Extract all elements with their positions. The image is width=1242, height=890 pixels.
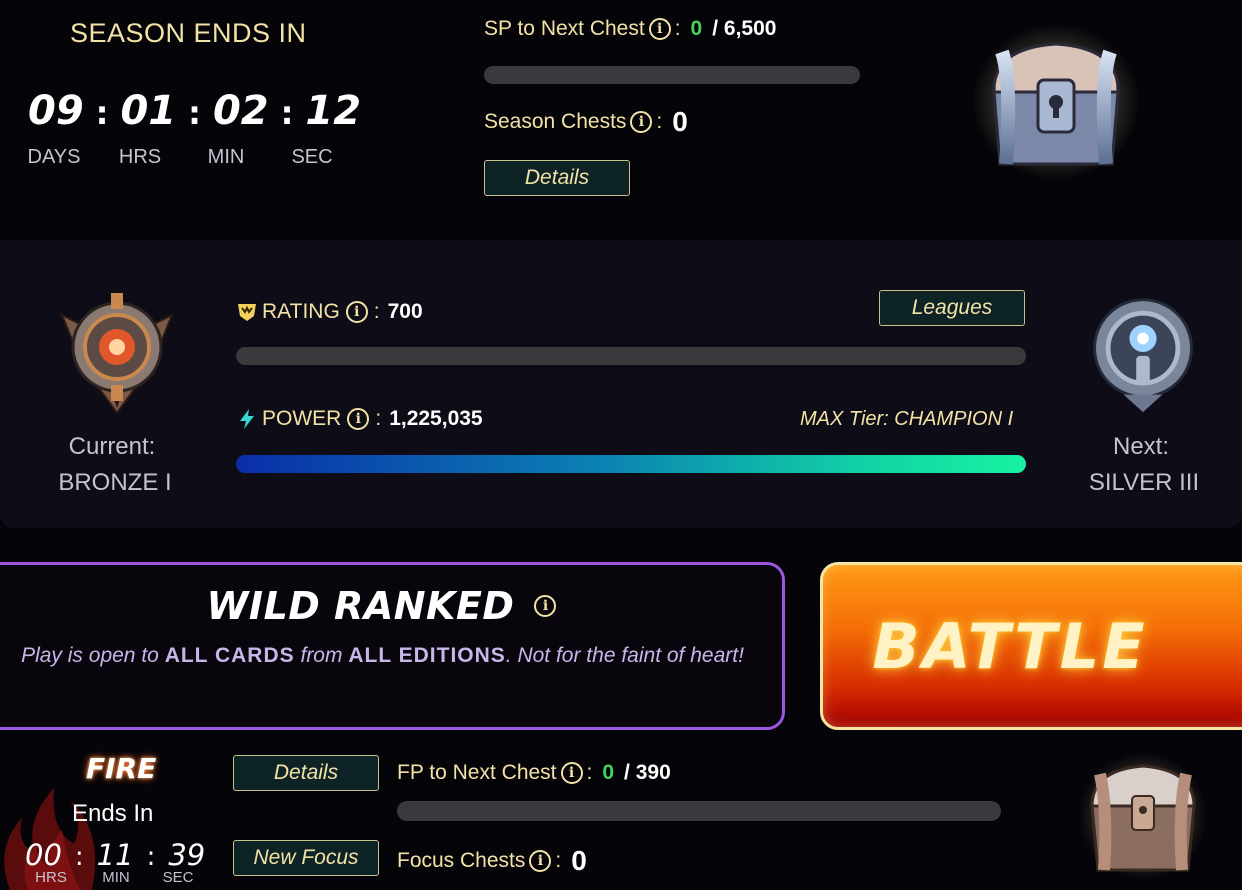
focus-element-title: FIRE bbox=[86, 752, 157, 785]
fp-current-value: 0 bbox=[602, 761, 615, 784]
fp-target-value: / 390 bbox=[624, 761, 671, 784]
rating-label: RATING bbox=[262, 300, 340, 323]
season-min-label: MIN bbox=[207, 146, 245, 168]
sp-current-value: 0 bbox=[690, 17, 703, 40]
info-icon[interactable]: i bbox=[529, 850, 552, 872]
lightning-icon bbox=[240, 409, 254, 429]
focus-hrs-value: 00 bbox=[25, 838, 62, 872]
power-row: POWER i : 1,225,035 bbox=[236, 407, 483, 431]
battle-button[interactable]: BATTLE bbox=[820, 562, 1242, 730]
power-label: POWER bbox=[262, 407, 342, 430]
sp-label: SP to Next Chest bbox=[484, 17, 645, 40]
season-ends-title: SEASON ENDS IN bbox=[70, 18, 307, 48]
timer-separator: : bbox=[188, 94, 201, 132]
rating-value: 700 bbox=[387, 300, 423, 323]
new-focus-button[interactable]: New Focus bbox=[233, 840, 379, 876]
fp-to-next-chest: FP to Next Chest i : 0 / 390 bbox=[397, 761, 671, 784]
mode-title: WILD RANKED bbox=[206, 584, 515, 628]
mode-desc-text: from bbox=[300, 644, 343, 667]
current-rank: BRONZE I bbox=[58, 469, 172, 496]
sp-target-value: / 6,500 bbox=[712, 17, 777, 40]
timer-separator: : bbox=[74, 842, 84, 872]
season-min-value: 02 bbox=[212, 88, 269, 134]
timer-separator: : bbox=[280, 94, 294, 132]
mode-title-row: WILD RANKED i bbox=[0, 584, 765, 628]
mode-desc-text: Play is open to bbox=[21, 644, 159, 667]
season-days-label: DAYS bbox=[27, 146, 81, 168]
focus-chests: Focus Chests i : 0 bbox=[397, 845, 587, 876]
focus-chests-count: 0 bbox=[571, 845, 587, 876]
sp-to-next-chest: SP to Next Chest i : 0 / 6,500 bbox=[484, 17, 777, 40]
season-days-value: 09 bbox=[28, 88, 84, 134]
season-hrs-value: 01 bbox=[120, 88, 177, 134]
focus-min-label: MIN bbox=[102, 869, 130, 886]
fp-label: FP to Next Chest bbox=[397, 761, 557, 784]
rating-shield-icon bbox=[238, 304, 256, 321]
timer-separator: : bbox=[95, 94, 109, 132]
max-tier-label: MAX Tier: CHAMPION I bbox=[800, 408, 1014, 430]
season-sec-label: SEC bbox=[291, 146, 333, 168]
info-icon[interactable]: i bbox=[630, 111, 653, 133]
timer-separator: : bbox=[146, 842, 156, 872]
next-rank: SILVER III bbox=[1088, 469, 1200, 496]
current-label: Current: bbox=[68, 433, 156, 460]
sp-progress-bar bbox=[484, 66, 860, 84]
focus-details-button[interactable]: Details bbox=[233, 755, 379, 791]
next-label: Next: bbox=[1112, 433, 1169, 460]
focus-ends-label: Ends In bbox=[72, 800, 154, 827]
bronze-league-badge-icon bbox=[60, 293, 174, 415]
info-icon[interactable]: i bbox=[347, 408, 370, 430]
battle-label: BATTLE bbox=[872, 609, 1148, 683]
focus-min-value: 11 bbox=[96, 838, 134, 872]
season-countdown: 09 : 01 : 02 : 12 bbox=[28, 88, 361, 134]
fp-progress-bar bbox=[397, 801, 1001, 821]
focus-countdown: 00 : 11 : 39 bbox=[25, 838, 205, 872]
season-details-button[interactable]: Details bbox=[484, 160, 630, 196]
rating-row: RATING i : 700 bbox=[236, 300, 423, 324]
season-chest-icon[interactable] bbox=[972, 22, 1140, 182]
focus-chest-icon[interactable] bbox=[1078, 750, 1208, 882]
focus-hrs-label: HRS bbox=[35, 869, 67, 886]
focus-sec-value: 39 bbox=[168, 838, 206, 872]
season-sec-value: 12 bbox=[305, 88, 362, 134]
mode-description: Play is open to ALL CARDS from ALL EDITI… bbox=[20, 638, 745, 674]
mode-desc-emphasis: ALL CARDS bbox=[164, 644, 295, 667]
info-icon[interactable]: i bbox=[648, 18, 671, 40]
mode-desc-text: . Not for the faint of heart! bbox=[505, 644, 744, 667]
leagues-button[interactable]: Leagues bbox=[879, 290, 1025, 326]
info-icon[interactable]: i bbox=[534, 595, 557, 617]
season-hrs-label: HRS bbox=[118, 146, 162, 168]
season-chests: Season Chests i : 0 bbox=[484, 106, 688, 137]
focus-sec-label: SEC bbox=[162, 869, 194, 886]
power-progress-bar bbox=[236, 455, 1026, 473]
silver-league-badge-icon bbox=[1093, 298, 1193, 413]
rating-progress-bar bbox=[236, 347, 1026, 365]
info-icon[interactable]: i bbox=[560, 762, 583, 784]
power-value: 1,225,035 bbox=[389, 407, 483, 430]
focus-chests-label: Focus Chests bbox=[397, 849, 526, 872]
info-icon[interactable]: i bbox=[345, 301, 368, 323]
season-chests-count: 0 bbox=[672, 106, 688, 137]
season-chests-label: Season Chests bbox=[484, 110, 627, 133]
mode-desc-emphasis: ALL EDITIONS bbox=[348, 644, 506, 667]
